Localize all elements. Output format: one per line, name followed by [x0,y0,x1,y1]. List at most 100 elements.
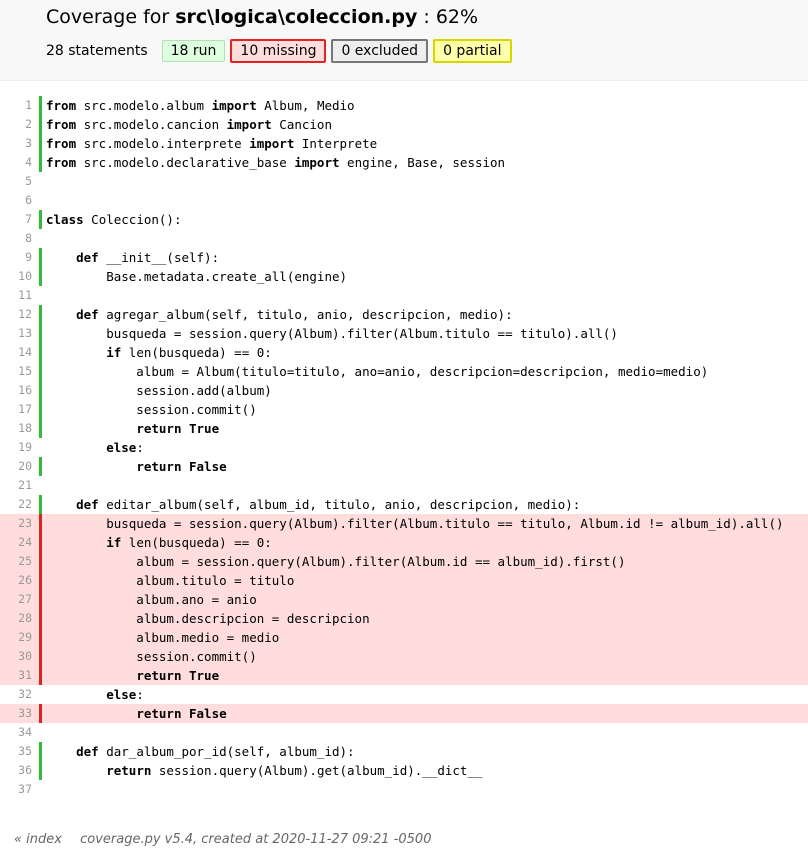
source-line: 37 [0,780,808,799]
line-number[interactable]: 12 [0,305,32,324]
line-number[interactable]: 19 [0,438,32,457]
partial-toggle-button[interactable]: 0 partial [433,39,512,63]
line-number[interactable]: 8 [0,229,32,248]
keyword: else [106,440,137,455]
source-code: album = session.query(Album).filter(Albu… [46,554,626,569]
run-marker [39,343,42,362]
line-number[interactable]: 18 [0,419,32,438]
line-number[interactable]: 15 [0,362,32,381]
keyword: from [46,117,77,132]
source-code: if len(busqueda) == 0: [106,535,272,550]
line-number[interactable]: 34 [0,723,32,742]
line-number[interactable]: 9 [0,248,32,267]
excluded-toggle-button[interactable]: 0 excluded [331,39,429,63]
keyword: def [76,250,99,265]
missing-toggle-button[interactable]: 10 missing [230,39,327,63]
source-line: 17 session.commit() [0,400,808,419]
keyword: return [136,459,182,474]
keyword: False [189,706,227,721]
missing-marker [39,571,42,590]
line-number[interactable]: 3 [0,134,32,153]
line-number[interactable]: 11 [0,286,32,305]
line-number[interactable]: 23 [0,514,32,533]
run-marker [39,267,42,286]
source-line: 8 [0,229,808,248]
line-number[interactable]: 16 [0,381,32,400]
line-number[interactable]: 13 [0,324,32,343]
source-code: def editar_album(self, album_id, titulo,… [76,497,581,512]
line-number[interactable]: 37 [0,780,32,799]
line-number[interactable]: 1 [0,96,32,115]
source-line: 27 album.ano = anio [0,590,808,609]
source-code: else: [106,440,144,455]
keyword: import [226,117,272,132]
source-line: 36 return session.query(Album).get(album… [0,761,808,780]
coverage-percent: : 62% [417,6,479,28]
line-number[interactable]: 25 [0,552,32,571]
line-number[interactable]: 33 [0,704,32,723]
line-number[interactable]: 5 [0,172,32,191]
run-toggle-button[interactable]: 18 run [161,40,226,62]
source-line: 5 [0,172,808,191]
missing-marker [39,552,42,571]
keyword: else [106,687,137,702]
source-line: 23 busqueda = session.query(Album).filte… [0,514,808,533]
source-line: 28 album.descripcion = descripcion [0,609,808,628]
source-code: def dar_album_por_id(self, album_id): [76,744,355,759]
source-code: class Coleccion(): [46,212,182,227]
source-line: 24 if len(busqueda) == 0: [0,533,808,552]
line-number[interactable]: 21 [0,476,32,495]
line-number[interactable]: 32 [0,685,32,704]
line-number[interactable]: 17 [0,400,32,419]
source-line: 18 return True [0,419,808,438]
run-marker [39,96,42,115]
line-number[interactable]: 20 [0,457,32,476]
source-line: 12 def agregar_album(self, titulo, anio,… [0,305,808,324]
keyword: True [189,668,220,683]
keyword: False [189,459,227,474]
run-marker [39,457,42,476]
source-code: return True [46,666,219,685]
keyword: def [76,307,99,322]
source-code: return session.query(Album).get(album_id… [106,763,483,778]
line-marker [39,723,42,742]
line-marker [39,229,42,248]
line-number[interactable]: 6 [0,191,32,210]
run-marker [39,153,42,172]
line-number[interactable]: 30 [0,647,32,666]
line-number[interactable]: 28 [0,609,32,628]
missing-marker [39,647,42,666]
keyword: True [189,421,220,436]
line-number[interactable]: 29 [0,628,32,647]
missing-marker [39,666,42,685]
source-code: album = Album(titulo=titulo, ano=anio, d… [46,364,709,379]
index-link[interactable]: « index [14,832,62,847]
run-marker [39,324,42,343]
source-line: 16 session.add(album) [0,381,808,400]
line-number[interactable]: 2 [0,115,32,134]
line-number[interactable]: 22 [0,495,32,514]
line-number[interactable]: 24 [0,533,32,552]
line-number[interactable]: 10 [0,267,32,286]
source-line: 33 return False [0,704,808,723]
missing-marker [39,704,42,723]
source-line: 10 Base.metadata.create_all(engine) [0,267,808,286]
line-number[interactable]: 7 [0,210,32,229]
source-code: album.ano = anio [46,592,257,607]
run-marker [39,495,42,514]
missing-marker [39,609,42,628]
line-number[interactable]: 26 [0,571,32,590]
line-number[interactable]: 36 [0,761,32,780]
line-number[interactable]: 27 [0,590,32,609]
line-number[interactable]: 4 [0,153,32,172]
line-marker [39,286,42,305]
line-number[interactable]: 14 [0,343,32,362]
source-line: 6 [0,191,808,210]
line-marker [39,172,42,191]
line-number[interactable]: 35 [0,742,32,761]
source-line: 25 album = session.query(Album).filter(A… [0,552,808,571]
line-number[interactable]: 31 [0,666,32,685]
run-marker [39,134,42,153]
line-marker [39,780,42,799]
keyword: from [46,98,77,113]
